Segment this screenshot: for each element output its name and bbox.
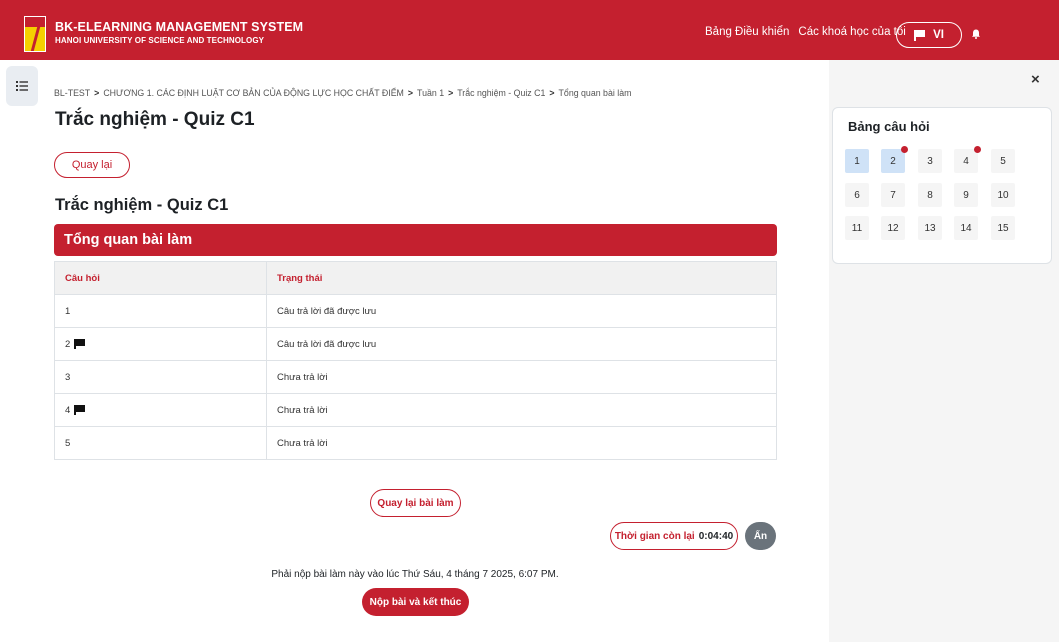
quiz-nav-number: 13 <box>924 222 936 234</box>
quiz-subtitle: Trắc nghiệm - Quiz C1 <box>55 196 229 214</box>
quiz-nav-number: 12 <box>887 222 899 234</box>
timer-badge: Thời gian còn lại 0:04:40 <box>610 522 738 550</box>
table-row: 4 Chưa trả lời <box>54 393 777 427</box>
question-number[interactable]: 1 <box>65 306 70 317</box>
breadcrumb-separator: > <box>549 88 555 98</box>
status-cell: Chưa trả lời <box>266 426 777 460</box>
quiz-nav-number: 14 <box>960 222 972 234</box>
quiz-nav-button-14[interactable]: 14 <box>954 216 978 240</box>
quiz-nav-number: 2 <box>890 155 896 167</box>
column-header-question: Câu hỏi <box>54 261 267 295</box>
summary-heading: Tổng quan bài làm <box>54 224 777 256</box>
bell-icon[interactable] <box>971 29 981 39</box>
flag-icon <box>74 338 86 349</box>
column-header-status: Trạng thái <box>266 261 777 295</box>
breadcrumb-item-quiz[interactable]: Trắc nghiệm - Quiz C1 <box>457 88 545 98</box>
quiz-nav-button-10[interactable]: 10 <box>991 183 1015 207</box>
breadcrumb-item-course[interactable]: BL-TEST <box>54 88 90 98</box>
status-cell: Câu trả lời đã được lưu <box>266 294 777 328</box>
quiz-nav-number: 9 <box>963 189 969 201</box>
quiz-nav-number: 11 <box>851 222 863 234</box>
nav-my-courses-link[interactable]: Các khoá học của tôi <box>798 26 905 38</box>
table-row: 5 Chưa trả lời <box>54 426 777 460</box>
deadline-message: Phải nộp bài làm này vào lúc Thứ Sáu, 4 … <box>271 569 559 580</box>
quiz-nav-button-6[interactable]: 6 <box>845 183 869 207</box>
status-cell: Chưa trả lời <box>266 360 777 394</box>
quiz-nav-number: 7 <box>890 189 896 201</box>
quiz-nav-button-2[interactable]: 2 <box>881 146 908 173</box>
quiz-nav-button-8[interactable]: 8 <box>918 183 942 207</box>
flag-dot-icon <box>901 146 908 153</box>
list-icon <box>16 81 28 91</box>
quiz-nav-number: 10 <box>997 189 1009 201</box>
breadcrumb-item-summary: Tổng quan bài làm <box>558 88 632 98</box>
deadline-text: Phải nộp bài làm này vào lúc Thứ Sáu, 4 … <box>0 569 830 580</box>
quiz-nav-button-9[interactable]: 9 <box>954 183 978 207</box>
breadcrumb-item-chapter[interactable]: CHƯƠNG 1. CÁC ĐỊNH LUẬT CƠ BẢN CỦA ĐỘNG … <box>103 88 404 98</box>
close-drawer-icon[interactable]: × <box>1031 71 1040 88</box>
quiz-nav-button-5[interactable]: 5 <box>991 149 1015 173</box>
timer-label: Thời gian còn lại <box>614 530 695 542</box>
quiz-nav-number: 15 <box>997 222 1009 234</box>
quiz-nav-number: 3 <box>927 155 933 167</box>
timer-value: 0:04:40 <box>698 530 734 542</box>
question-cell[interactable]: 2 <box>54 327 267 361</box>
quiz-nav-button-11[interactable]: 11 <box>845 216 869 240</box>
table-row: 2 Câu trả lời đã được lưu <box>54 327 777 361</box>
status-cell: Chưa trả lời <box>266 393 777 427</box>
hide-timer-button[interactable]: Ẩn <box>745 522 776 550</box>
breadcrumb-item-week[interactable]: Tuần 1 <box>417 88 444 98</box>
flag-icon <box>74 404 86 415</box>
submit-and-finish-button[interactable]: Nộp bài và kết thúc <box>362 588 469 616</box>
quiz-nav-button-3[interactable]: 3 <box>918 149 942 173</box>
quiz-nav-button-7[interactable]: 7 <box>881 183 905 207</box>
table-header-row: Câu hỏi Trạng thái <box>54 261 777 295</box>
breadcrumb-separator: > <box>407 88 414 98</box>
question-cell[interactable]: 1 <box>54 294 267 328</box>
breadcrumb: BL-TEST > CHƯƠNG 1. CÁC ĐỊNH LUẬT CƠ BẢN C… <box>54 88 631 98</box>
brand-title: BK-ELEARNING MANAGEMENT SYSTEM <box>55 20 304 34</box>
university-logo[interactable] <box>24 16 46 52</box>
return-to-attempt-button[interactable]: Quay lại bài làm <box>370 489 461 517</box>
breadcrumb-separator: > <box>94 88 100 98</box>
breadcrumb-separator: > <box>448 88 454 98</box>
language-label: VI <box>933 29 944 41</box>
question-cell[interactable]: 5 <box>54 426 267 460</box>
quiz-nav-number: 5 <box>1000 155 1006 167</box>
quiz-nav-button-1[interactable]: 1 <box>845 149 869 173</box>
question-cell[interactable]: 3 <box>54 360 267 394</box>
question-number[interactable]: 3 <box>65 372 70 383</box>
brand[interactable]: BK-ELEARNING MANAGEMENT SYSTEM HANOI UNI… <box>55 20 303 45</box>
table-row: 3 Chưa trả lời <box>54 360 777 394</box>
quiz-nav-button-15[interactable]: 15 <box>991 216 1015 240</box>
language-button[interactable]: VI <box>896 22 962 48</box>
question-number[interactable]: 4 <box>65 405 70 416</box>
quiz-nav-button-4[interactable]: 4 <box>954 146 981 173</box>
quiz-navigation-card: Bảng câu hỏi 1 2 3 4 5 6 7 8 9 10 11 12 … <box>832 107 1052 264</box>
page-title: Trắc nghiệm - Quiz C1 <box>55 109 255 130</box>
back-button[interactable]: Quay lại <box>54 152 130 178</box>
question-number[interactable]: 5 <box>65 438 70 449</box>
quiz-nav-number: 8 <box>927 189 933 201</box>
table-row: 1 Câu trả lời đã được lưu <box>54 294 777 328</box>
status-cell: Câu trả lời đã được lưu <box>266 327 777 361</box>
quiz-nav-button-12[interactable]: 12 <box>881 216 905 240</box>
nav-dashboard-link[interactable]: Bảng Điều khiển <box>705 26 789 38</box>
quiz-nav-button-13[interactable]: 13 <box>918 216 942 240</box>
quiz-nav-number: 4 <box>963 155 969 167</box>
brand-subtitle: HANOI UNIVERSITY OF SCIENCE AND TECHNOLO… <box>55 36 265 45</box>
quiz-nav-number: 1 <box>854 155 860 167</box>
nav-links: Bảng Điều khiển Các khoá học của tôi <box>705 26 906 38</box>
question-number[interactable]: 2 <box>65 339 70 350</box>
quiz-nav-number: 6 <box>854 189 860 201</box>
question-cell[interactable]: 4 <box>54 393 267 427</box>
quiz-navigation-title: Bảng câu hỏi <box>848 119 930 134</box>
summary-table: Câu hỏi Trạng thái 1 Câu trả lời đã được… <box>54 261 777 460</box>
flag-icon <box>914 29 926 41</box>
course-index-toggle[interactable] <box>6 66 38 106</box>
flag-dot-icon <box>974 146 981 153</box>
top-navbar: BK-ELEARNING MANAGEMENT SYSTEM HANOI UNI… <box>0 0 1059 60</box>
